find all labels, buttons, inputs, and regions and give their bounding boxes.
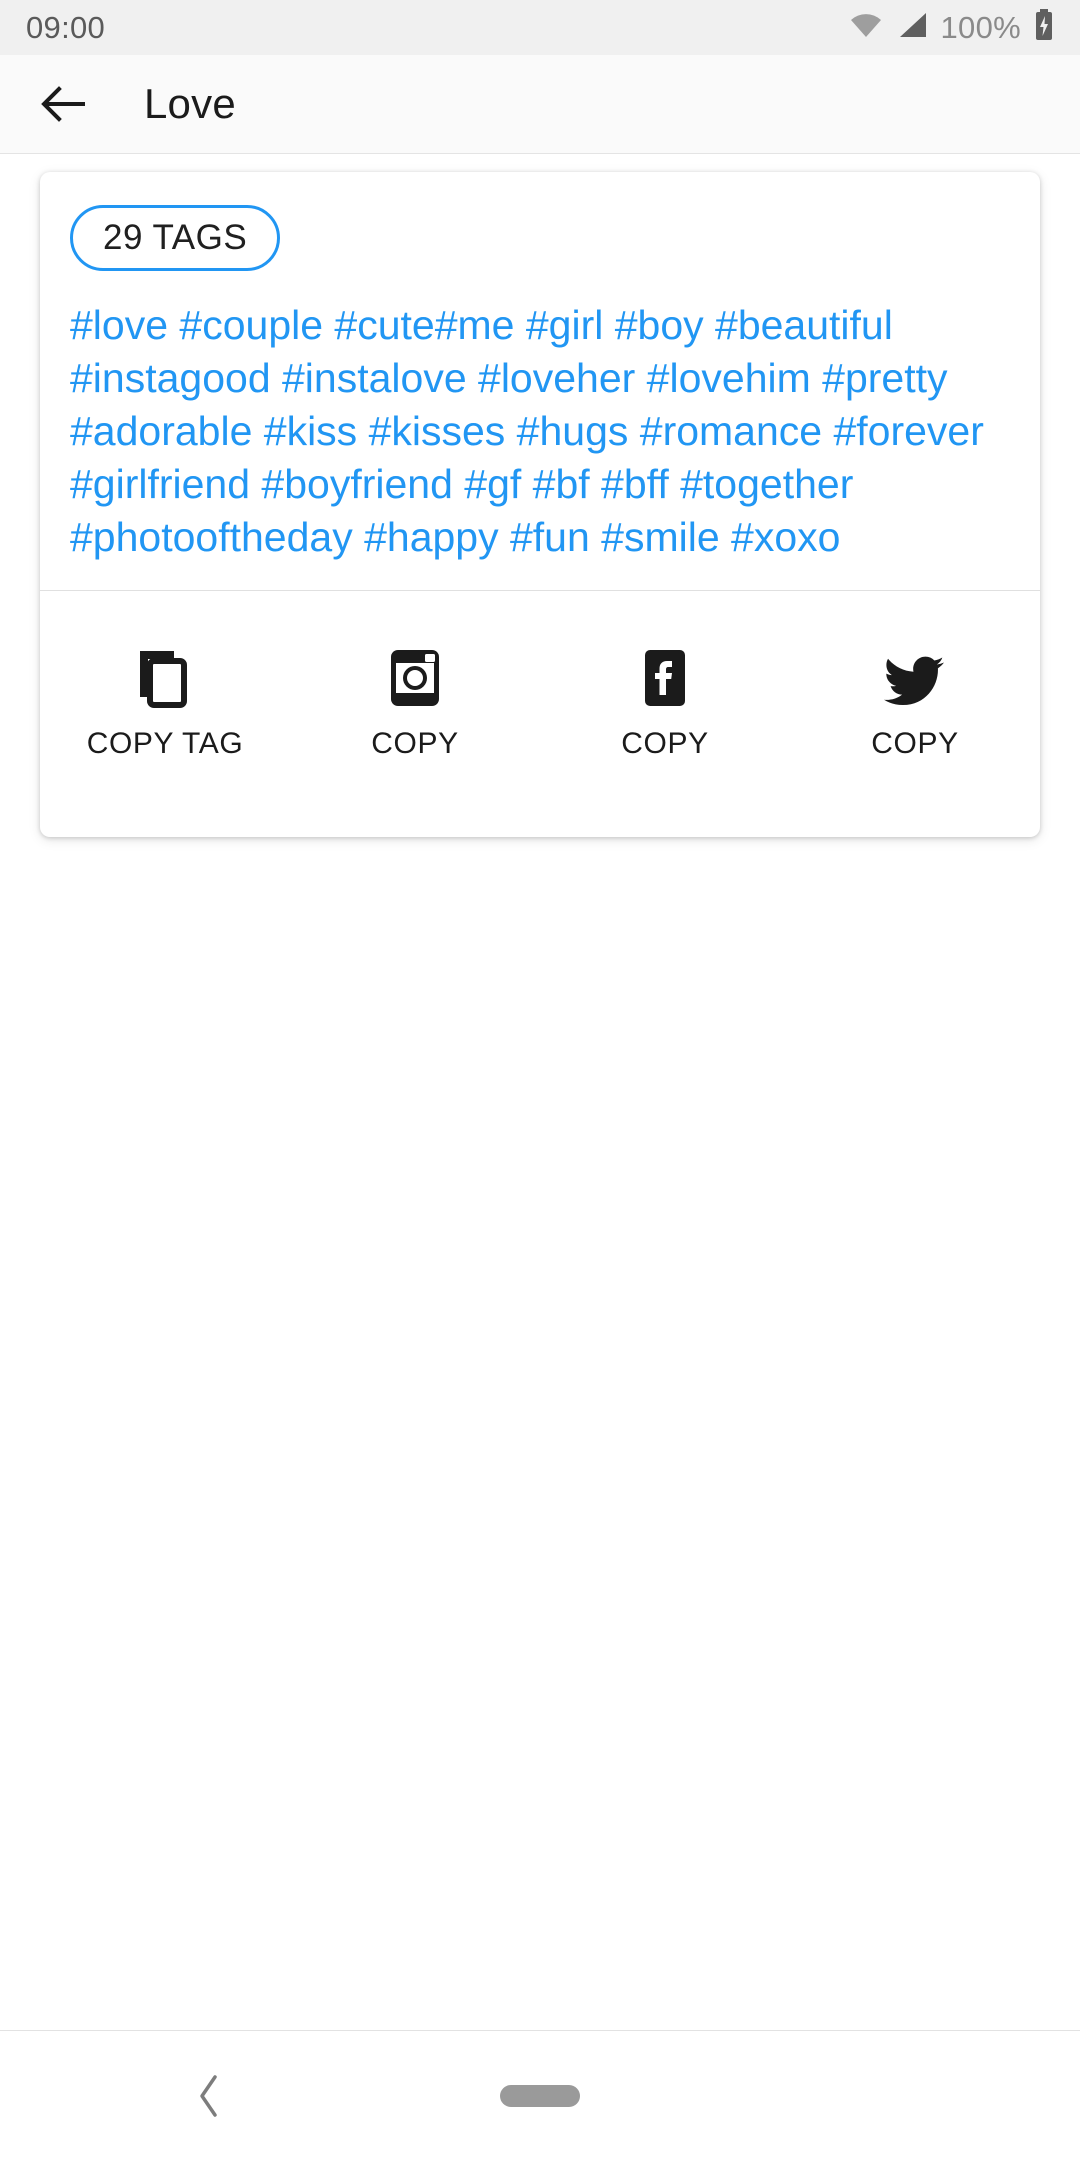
action-label: COPY (371, 727, 459, 760)
battery-charging-icon (1034, 9, 1054, 46)
status-bar-indicators: 100% (849, 9, 1055, 46)
content-area: 29 TAGS #love #couple #cute#me #girl #bo… (0, 154, 1080, 2030)
tags-text[interactable]: #love #couple #cute#me #girl #boy #beaut… (70, 299, 1010, 564)
nav-back-chevron-icon[interactable] (196, 2074, 222, 2118)
copy-instagram-button[interactable]: COPY (290, 647, 540, 761)
wifi-icon (849, 12, 883, 43)
system-navigation-bar (0, 2030, 1080, 2160)
tags-card: 29 TAGS #love #couple #cute#me #girl #bo… (40, 172, 1040, 837)
tag-count-chip[interactable]: 29 TAGS (70, 205, 281, 271)
action-label: COPY (621, 727, 709, 760)
battery-percent-label: 100% (940, 9, 1021, 45)
copy-facebook-button[interactable]: COPY (540, 647, 790, 761)
copy-icon (136, 647, 194, 709)
back-arrow-icon[interactable] (36, 76, 92, 132)
copy-tag-button[interactable]: COPY TAG (40, 647, 290, 761)
cellular-signal-icon (896, 11, 928, 44)
facebook-icon (639, 647, 691, 709)
status-bar-clock: 09:00 (26, 9, 106, 45)
app-bar: Love (0, 55, 1080, 154)
action-label: COPY TAG (86, 727, 244, 760)
action-label: COPY (871, 727, 959, 760)
card-actions: COPY TAG COPY COPY COPY (40, 591, 1040, 837)
copy-twitter-button[interactable]: COPY (790, 647, 1040, 761)
page-title: Love (144, 80, 236, 127)
home-pill-indicator[interactable] (500, 2084, 580, 2107)
twitter-icon (884, 647, 946, 709)
tags-card-body: 29 TAGS #love #couple #cute#me #girl #bo… (40, 172, 1040, 590)
instagram-icon (387, 647, 443, 709)
status-bar: 09:00 100% (0, 0, 1080, 55)
